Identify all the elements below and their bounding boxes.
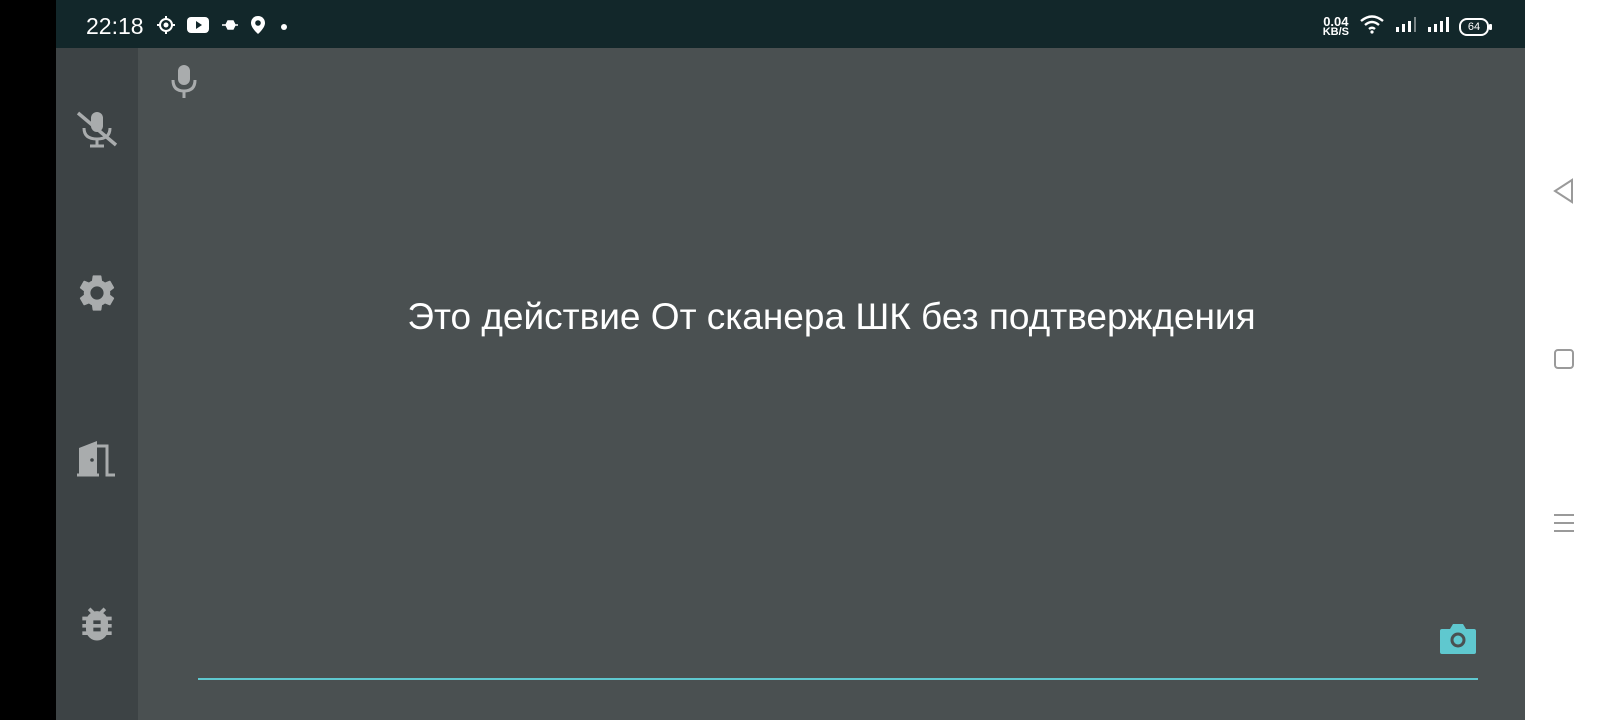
- network-speed-value: 0.04: [1323, 13, 1349, 29]
- menu-button[interactable]: [1549, 510, 1579, 540]
- home-icon: [1553, 348, 1575, 375]
- status-time: 22:18: [86, 13, 144, 39]
- screen-cutout: [0, 0, 56, 720]
- mic-off-icon: [75, 109, 119, 154]
- exit-button[interactable]: [72, 435, 122, 485]
- exit-door-icon: [75, 438, 119, 483]
- signal-1-icon: [1395, 15, 1417, 38]
- back-icon: [1552, 177, 1576, 209]
- camera-button[interactable]: [1436, 620, 1480, 660]
- bug-icon: [75, 602, 119, 651]
- network-speed: 0.04 KB/S: [1322, 13, 1349, 38]
- battery-icon: 64: [1459, 17, 1492, 36]
- navigation-bar: [1525, 0, 1600, 720]
- back-button[interactable]: [1549, 177, 1579, 209]
- message-text: Это действие От сканера ШК без подтвержд…: [407, 296, 1256, 337]
- dot-icon: [276, 19, 292, 37]
- status-right-icons: 0.04 KB/S 64: [1322, 13, 1492, 39]
- settings-button[interactable]: [72, 270, 122, 320]
- mute-button[interactable]: [72, 106, 122, 156]
- debug-button[interactable]: [72, 601, 122, 651]
- usb-debug-icon: [220, 16, 240, 39]
- youtube-icon: [186, 16, 210, 39]
- status-left-icons: [156, 15, 292, 40]
- app-notification-icon: [156, 15, 176, 40]
- network-speed-unit: KB/S: [1322, 25, 1349, 38]
- wifi-icon: [1359, 14, 1385, 39]
- sidebar: [56, 48, 138, 720]
- status-bar: 22:18 0.04 KB/S 64: [56, 0, 1525, 48]
- signal-2-icon: [1427, 15, 1449, 38]
- voice-input-button[interactable]: [168, 63, 200, 99]
- scan-input-underline[interactable]: [198, 678, 1478, 680]
- mic-icon: [168, 65, 200, 103]
- camera-icon: [1438, 620, 1478, 661]
- home-button[interactable]: [1549, 346, 1579, 376]
- gear-icon: [75, 271, 119, 320]
- main-panel: Это действие От сканера ШК без подтвержд…: [138, 48, 1525, 720]
- menu-icon: [1552, 512, 1576, 539]
- location-icon: [250, 15, 266, 40]
